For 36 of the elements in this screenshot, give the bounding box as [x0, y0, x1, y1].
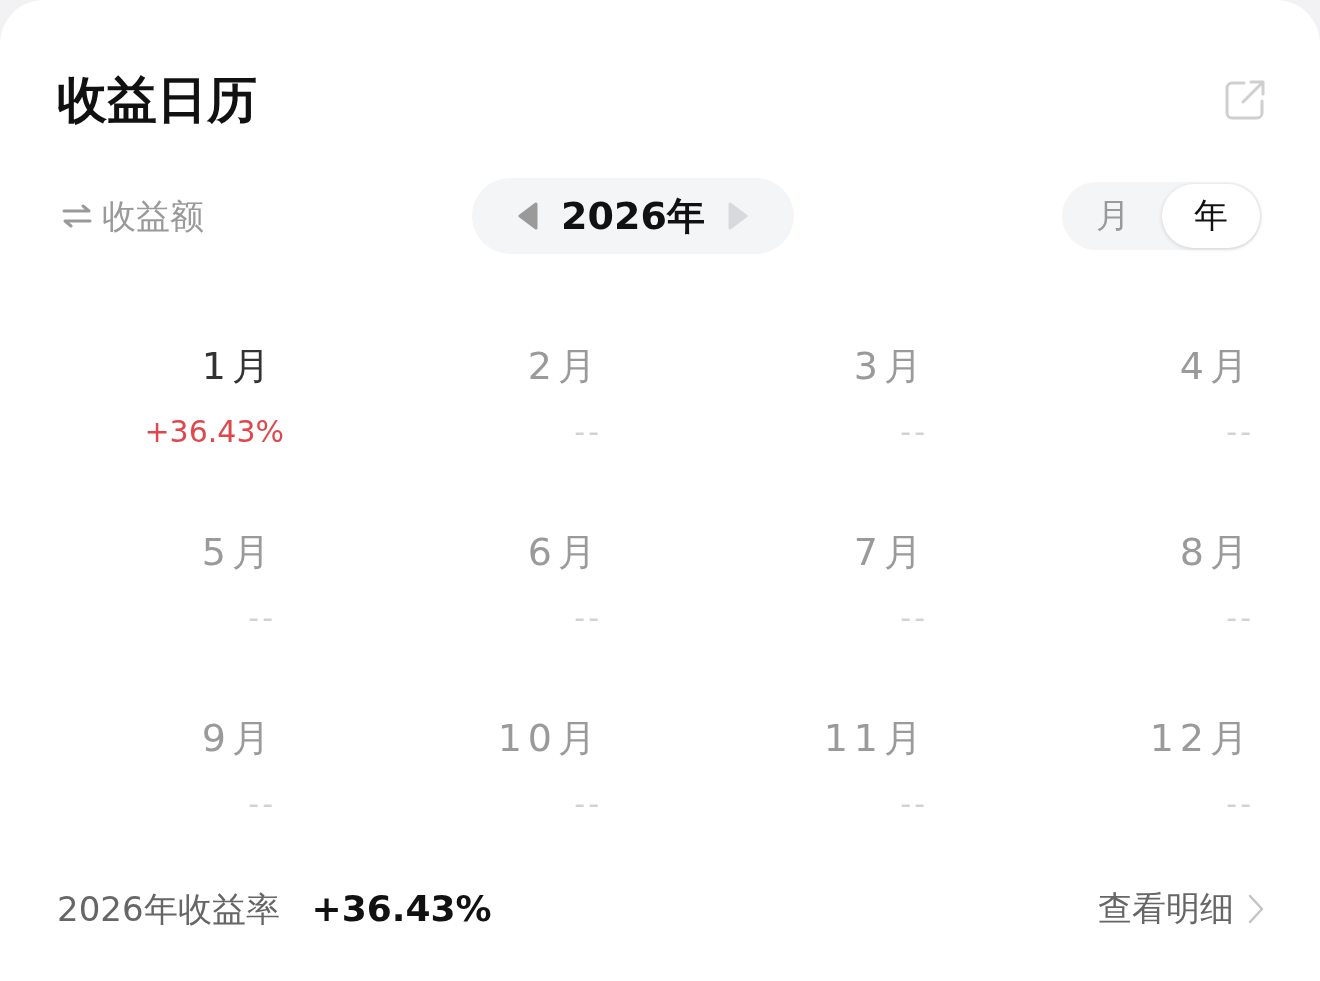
month-label[interactable]: 3月: [853, 341, 928, 391]
period-tab[interactable]: 月: [1064, 184, 1162, 248]
month-return: --: [900, 413, 928, 451]
month-label[interactable]: 1月: [201, 341, 276, 391]
month-return: --: [574, 785, 602, 823]
month-label[interactable]: 2月: [527, 341, 602, 391]
chevron-right-icon: [1248, 894, 1264, 924]
annual-return-label: 2026年收益率: [57, 888, 280, 931]
month-return: --: [1226, 599, 1254, 637]
month-return: --: [900, 599, 928, 637]
month-label[interactable]: 9月: [201, 713, 276, 763]
swap-icon: [62, 204, 92, 228]
annual-return-value: +36.43%: [311, 887, 492, 931]
month-label[interactable]: 6月: [527, 527, 602, 577]
month-return: --: [248, 785, 276, 823]
month-label[interactable]: 5月: [201, 527, 276, 577]
details-link[interactable]: 查看明细: [1098, 886, 1264, 932]
month-return: --: [1226, 413, 1254, 451]
month-label[interactable]: 4月: [1179, 341, 1254, 391]
month-label[interactable]: 8月: [1179, 527, 1254, 577]
month-return: --: [574, 413, 602, 451]
export-icon[interactable]: [1224, 79, 1266, 121]
month-return: --: [900, 785, 928, 823]
month-return: --: [248, 599, 276, 637]
month-label[interactable]: 11月: [823, 713, 928, 763]
month-label[interactable]: 12月: [1149, 713, 1254, 763]
month-return: --: [574, 599, 602, 637]
month-return: --: [1226, 785, 1254, 823]
card-title: 收益日历: [57, 70, 257, 130]
metric-toggle[interactable]: 收益额: [57, 194, 204, 238]
month-label[interactable]: 10月: [497, 713, 602, 763]
previous-year-icon[interactable]: [517, 202, 540, 230]
month-return: +36.43%: [144, 413, 284, 451]
year-label: 2026年: [561, 193, 705, 240]
period-tab[interactable]: 年: [1162, 184, 1260, 248]
month-label[interactable]: 7月: [853, 527, 928, 577]
